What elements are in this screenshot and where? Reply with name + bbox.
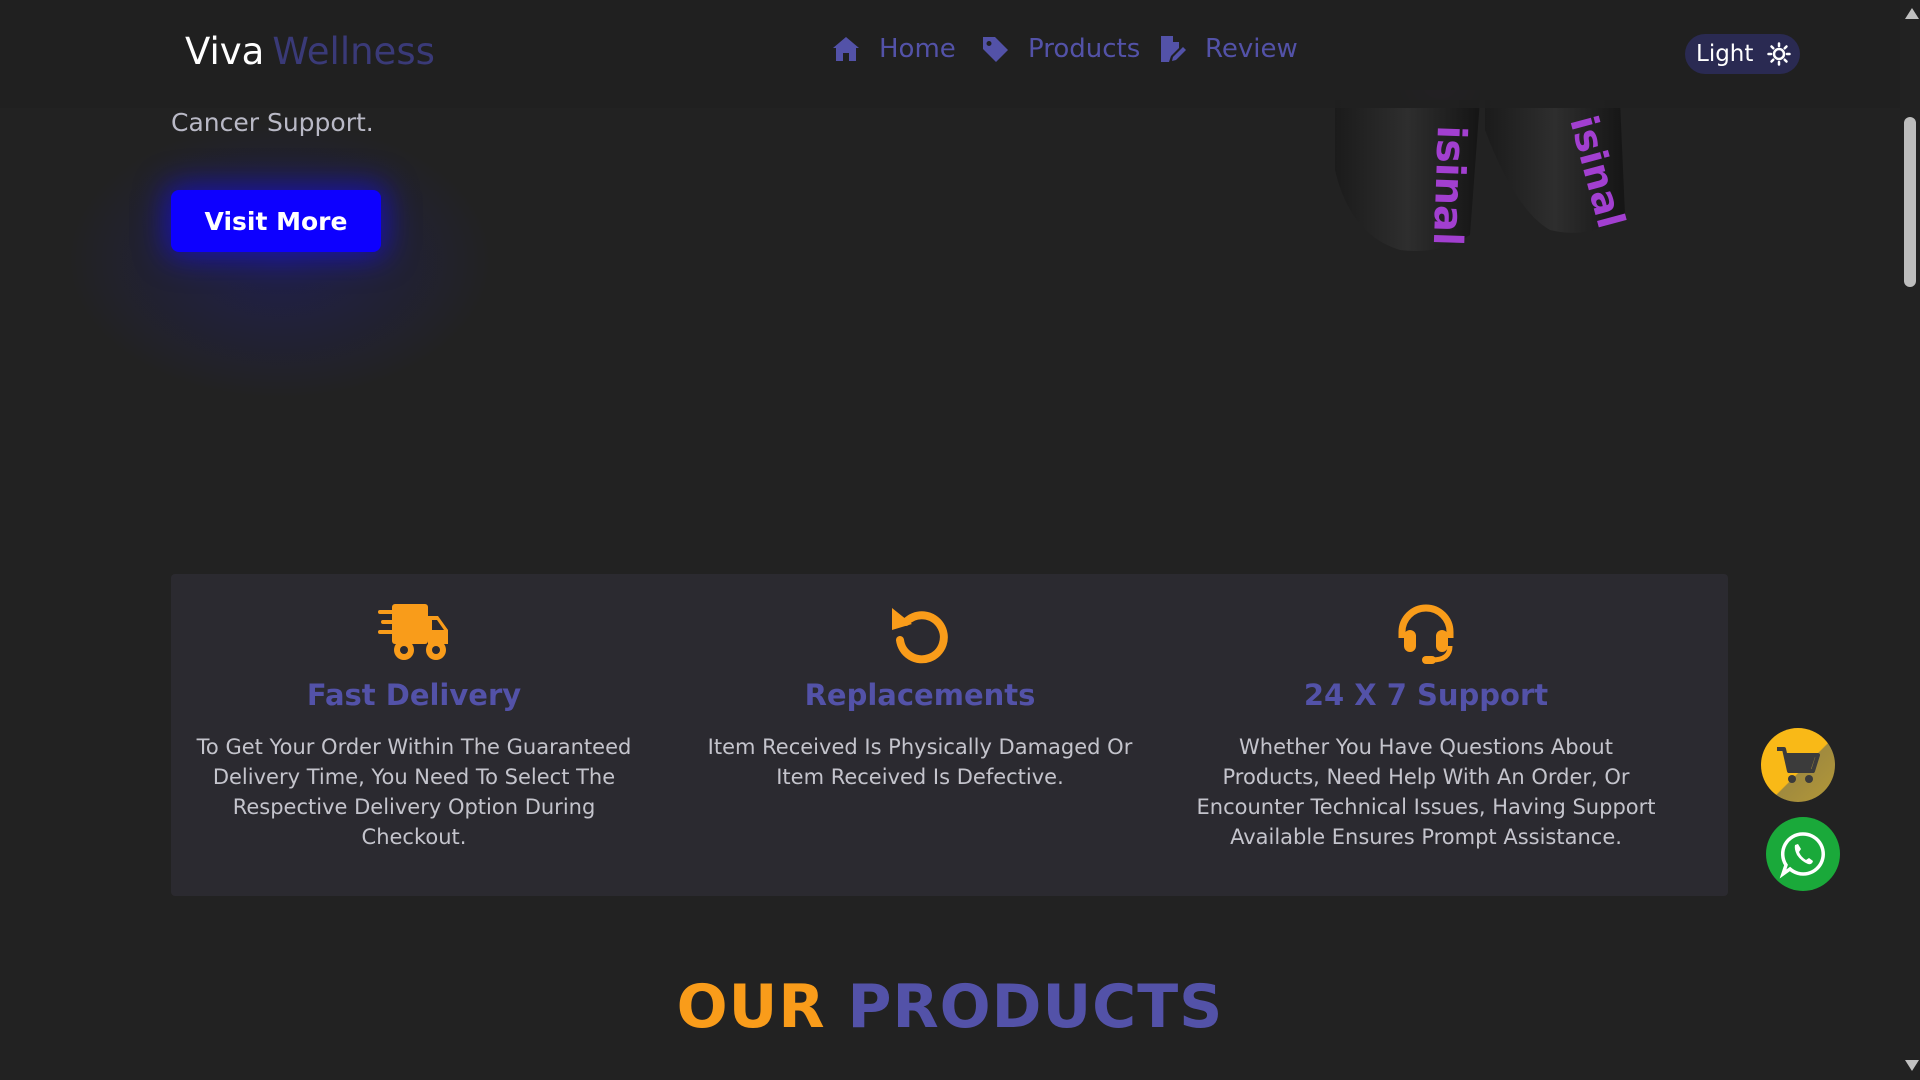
nav-link-review[interactable]: Review (1157, 34, 1298, 64)
scrollbar-thumb[interactable] (1904, 117, 1916, 287)
brand-accent: Wellness (272, 30, 435, 73)
feature-description: Item Received Is Physically Damaged Or I… (707, 735, 1133, 789)
feature-title: Replacements (804, 678, 1036, 712)
nav-link-products[interactable]: Products (980, 34, 1140, 64)
rotate-left-icon (892, 608, 948, 664)
product-bottles-image: isinal isinal (1335, 90, 1633, 251)
nav-link-home[interactable]: Home (831, 34, 956, 64)
brand-logo[interactable]: Viva Wellness (185, 30, 435, 73)
brand-main: Viva (185, 30, 265, 73)
home-icon (833, 37, 859, 61)
features-panel: Fast Delivery To Get Your Order Within T… (171, 574, 1728, 896)
feature-description: Whether You Have Questions About Product… (1196, 735, 1656, 849)
truck-fast-icon (378, 604, 448, 660)
heading-word-our: OUR (676, 972, 826, 1042)
file-signature-icon (1161, 36, 1186, 62)
nav-link-label: Home (879, 34, 956, 64)
hero-text-fragment: Cancer Support. (171, 108, 374, 137)
theme-toggle-button[interactable]: Light (1685, 34, 1800, 74)
scroll-down-arrow-icon[interactable] (1905, 1060, 1919, 1071)
hero-glow (50, 110, 510, 410)
feature-card-fast-delivery: Fast Delivery To Get Your Order Within T… (184, 574, 644, 896)
heading-word-products: PRODUCTS (847, 972, 1224, 1042)
nav-link-label: Review (1205, 34, 1298, 64)
feature-description: To Get Your Order Within The Guaranteed … (196, 735, 632, 849)
feature-title: 24 X 7 Support (1303, 678, 1549, 712)
tag-icon (983, 37, 1008, 62)
visit-more-button[interactable]: Visit More (171, 190, 381, 252)
cart-floating-button[interactable] (1761, 728, 1835, 802)
theme-toggle-label: Light (1696, 41, 1754, 67)
product-label-text: isinal (1424, 125, 1474, 247)
scroll-up-arrow-icon[interactable] (1905, 8, 1919, 19)
sun-icon (1767, 42, 1792, 66)
navbar: Viva Wellness Home Products Review Light (0, 0, 1900, 108)
whatsapp-icon (1779, 832, 1825, 879)
feature-title: Fast Delivery (306, 678, 522, 712)
headset-icon (1398, 604, 1454, 664)
products-section-heading: OUR PRODUCTS (0, 972, 1900, 1042)
nav-link-label: Products (1028, 34, 1141, 64)
feature-card-replacements: Replacements Item Received Is Physically… (690, 574, 1150, 896)
cart-icon (1777, 747, 1820, 783)
whatsapp-floating-button[interactable] (1766, 817, 1840, 891)
feature-card-support: 24 X 7 Support Whether You Have Question… (1196, 574, 1656, 896)
